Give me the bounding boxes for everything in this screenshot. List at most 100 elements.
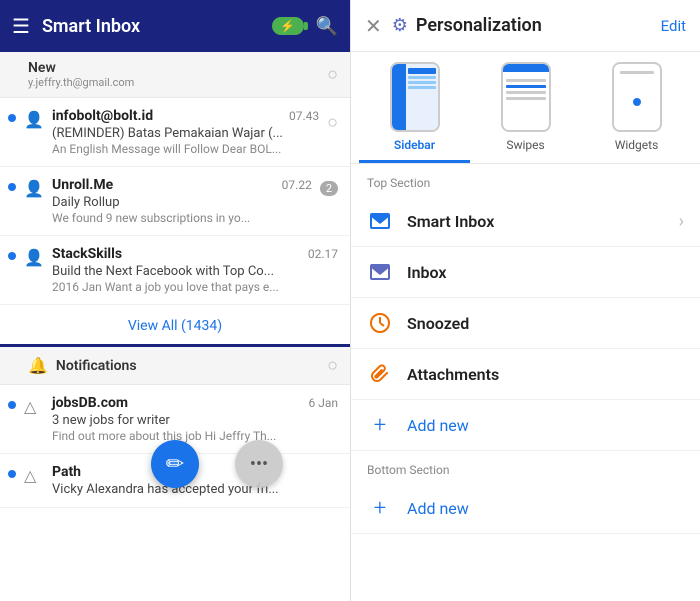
notifications-title: Notifications: [56, 358, 137, 374]
phone-widget-content: [614, 64, 660, 130]
smart-inbox-label: Smart Inbox: [407, 212, 679, 231]
unread-dot: [8, 252, 16, 260]
new-section-subtitle: y.jeffry.th@gmail.com: [28, 76, 134, 89]
more-icon: •••: [250, 454, 268, 475]
email-preview: An English Message will Follow Dear BOL.…: [52, 142, 319, 156]
email-preview: We found 9 new subscriptions in yo...: [52, 211, 312, 225]
right-panel: ✕ ⚙ Personalization Edit Sidebar: [350, 0, 700, 601]
menu-item-snoozed[interactable]: Snoozed: [351, 298, 700, 349]
email-preview: 2016 Jan Want a job you love that pays e…: [52, 280, 338, 294]
phone-line: [408, 68, 436, 74]
badge: 2: [320, 181, 338, 196]
email-time: 02.17: [308, 247, 338, 261]
tab-swipes[interactable]: Swipes: [470, 62, 581, 163]
notification-time: 6 Jan: [309, 396, 339, 410]
snoozed-label: Snoozed: [407, 314, 684, 333]
inbox-icon: [367, 259, 393, 285]
sidebar-mockup: [390, 62, 440, 132]
notifications-section: 🔔 Notifications ○ △ jobsDB.com 6 Jan 3 n…: [0, 347, 350, 508]
add-new-top-label: Add new: [407, 416, 684, 435]
email-subject: Build the Next Facebook with Top Co...: [52, 264, 338, 279]
menu-item-smart-inbox[interactable]: Smart Inbox ›: [351, 196, 700, 247]
notification-sender: Path: [52, 464, 81, 480]
compose-icon: ✏: [166, 452, 184, 477]
email-subject: Daily Rollup: [52, 195, 312, 210]
more-options-button[interactable]: •••: [235, 440, 283, 488]
notification-avatar-icon: △: [24, 466, 44, 486]
top-section-label: Top Section: [351, 164, 700, 196]
email-content: StackSkills 02.17 Build the Next Faceboo…: [52, 246, 338, 294]
menu-item-attachments[interactable]: Attachments: [351, 349, 700, 400]
right-panel-title: Personalization: [416, 15, 661, 36]
avatar-icon: 👤: [24, 179, 44, 199]
personalize-icon: ⚙: [392, 15, 408, 36]
inbox-label: Inbox: [407, 263, 684, 282]
tab-sidebar[interactable]: Sidebar: [359, 62, 470, 163]
notification-avatar-icon: △: [24, 397, 44, 417]
notifications-check-icon: ○: [327, 355, 338, 376]
unread-dot: [8, 401, 16, 409]
notification-subject: Vicky Alexandra has accepted your fri...: [52, 482, 338, 497]
notifications-header: 🔔 Notifications ○: [0, 347, 350, 385]
notification-subject: 3 new jobs for writer: [52, 413, 338, 428]
unread-dot: [8, 183, 16, 191]
email-content: infobolt@bolt.id 07.43 (REMINDER) Batas …: [52, 108, 319, 156]
phone-line: [408, 76, 436, 79]
phone-line: [408, 81, 436, 84]
tab-swipes-label: Swipes: [506, 138, 544, 152]
notifications-bell-icon: 🔔: [28, 356, 48, 375]
email-sender: Unroll.Me: [52, 177, 113, 193]
email-time: 07.22: [282, 178, 312, 192]
bottom-section-label: Bottom Section: [351, 451, 700, 483]
unread-dot: [8, 470, 16, 478]
sidebar-strip: [392, 64, 406, 130]
search-icon[interactable]: 🔍: [316, 16, 338, 37]
avatar-icon: 👤: [24, 248, 44, 268]
smart-inbox-icon: [367, 208, 393, 234]
attachments-icon: [367, 361, 393, 387]
phone-dot: [633, 98, 641, 106]
add-new-top-button[interactable]: + Add new: [351, 400, 700, 451]
email-sender: StackSkills: [52, 246, 122, 262]
app-title: Smart Inbox: [42, 16, 272, 37]
notification-preview: Find out more about this job Hi Jeffry T…: [52, 429, 338, 443]
left-header: ☰ Smart Inbox ⚡ 🔍: [0, 0, 350, 52]
phone-line: [408, 86, 436, 89]
avatar-icon: 👤: [24, 110, 44, 130]
left-panel: ☰ Smart Inbox ⚡ 🔍 New y.jeffry.th@gmail.…: [0, 0, 350, 601]
email-item[interactable]: 👤 StackSkills 02.17 Build the Next Faceb…: [0, 236, 350, 305]
unread-dot: [8, 114, 16, 122]
new-section-header: New y.jeffry.th@gmail.com ○: [0, 52, 350, 98]
view-all-button[interactable]: View All (1434): [0, 305, 350, 347]
email-subject: (REMINDER) Batas Pemakaian Wajar (...: [52, 126, 319, 141]
hamburger-icon[interactable]: ☰: [12, 14, 30, 38]
notification-content: jobsDB.com 6 Jan 3 new jobs for writer F…: [52, 395, 338, 443]
edit-button[interactable]: Edit: [661, 17, 686, 35]
menu-item-inbox[interactable]: Inbox: [351, 247, 700, 298]
tab-sidebar-label: Sidebar: [394, 138, 435, 152]
snoozed-icon: [367, 310, 393, 336]
phone-swipe-lines: [503, 76, 549, 130]
compose-fab[interactable]: ✏: [151, 440, 199, 488]
new-section-check-icon: ○: [327, 64, 338, 85]
swipes-mockup: [501, 62, 551, 132]
view-all-label: View All (1434): [128, 318, 222, 334]
attachments-label: Attachments: [407, 365, 684, 384]
right-header: ✕ ⚙ Personalization Edit: [351, 0, 700, 52]
email-list: New y.jeffry.th@gmail.com ○ 👤 infobolt@b…: [0, 52, 350, 601]
add-new-bottom-label: Add new: [407, 499, 684, 518]
battery-icon: ⚡: [272, 17, 304, 35]
check-icon: ○: [327, 112, 338, 133]
add-new-bottom-button[interactable]: + Add new: [351, 483, 700, 534]
email-item[interactable]: 👤 infobolt@bolt.id 07.43 (REMINDER) Bata…: [0, 98, 350, 167]
battery-bolt: ⚡: [280, 19, 295, 33]
notification-sender: jobsDB.com: [52, 395, 128, 411]
email-sender: infobolt@bolt.id: [52, 108, 153, 124]
email-item[interactable]: 👤 Unroll.Me 07.22 Daily Rollup We found …: [0, 167, 350, 236]
close-icon[interactable]: ✕: [365, 14, 382, 38]
add-new-bottom-icon: +: [367, 495, 393, 521]
tab-widgets[interactable]: Widgets: [581, 62, 692, 163]
tab-widgets-label: Widgets: [615, 138, 659, 152]
phone-main-content: [406, 64, 438, 130]
chevron-right-icon: ›: [679, 211, 684, 232]
